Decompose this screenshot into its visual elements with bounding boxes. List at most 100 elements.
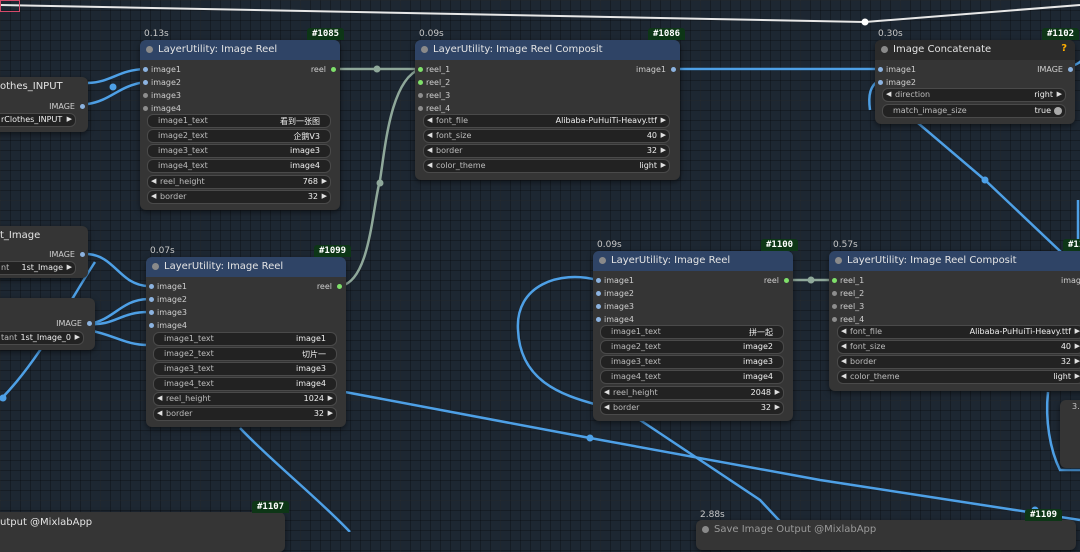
increment-arrow-icon[interactable]: ▶ <box>661 116 666 124</box>
increment-arrow-icon[interactable]: ▶ <box>67 263 72 271</box>
decrement-arrow-icon[interactable]: ◀ <box>841 357 846 365</box>
node-header[interactable]: LayerUtility: Image Reel Composit <box>829 251 1080 271</box>
combo-widget[interactable]: ◀ font_file Alibaba-PuHuiTi-Heavy.ttf ▶ <box>837 325 1080 339</box>
input-dot-icon[interactable] <box>832 317 837 322</box>
node-output-mixlab-1107[interactable]: utput @MixlabApp <box>0 512 285 552</box>
decrement-arrow-icon[interactable]: ◀ <box>604 403 609 411</box>
increment-arrow-icon[interactable]: ▶ <box>1075 357 1080 365</box>
decrement-arrow-icon[interactable]: ◀ <box>157 394 162 402</box>
text-widget[interactable]: nt 1st_Image ▶ <box>0 261 76 275</box>
help-question-icon[interactable]: ? <box>1061 43 1067 54</box>
number-widget[interactable]: ◀ border 32 ▶ <box>147 190 331 204</box>
input-dot-icon[interactable] <box>143 93 148 98</box>
collapse-dot-icon[interactable] <box>421 46 428 53</box>
node-clothes-input[interactable]: othes_INPUT IMAGE rClothes_INPUT ▶ <box>0 77 88 132</box>
node-image-reel-1099[interactable]: LayerUtility: Image Reel image1 image2 i… <box>146 257 346 427</box>
combo-widget[interactable]: ◀ color_theme light ▶ <box>423 159 670 173</box>
decrement-arrow-icon[interactable]: ◀ <box>157 409 162 417</box>
output-dot-icon[interactable] <box>80 252 85 257</box>
number-widget[interactable]: ◀ border 32 ▶ <box>600 401 784 415</box>
decrement-arrow-icon[interactable]: ◀ <box>604 388 609 396</box>
input-dot-icon[interactable] <box>596 317 601 322</box>
increment-arrow-icon[interactable]: ▶ <box>67 115 72 123</box>
node-image-reel-1085[interactable]: LayerUtility: Image Reel image1 image2 i… <box>140 40 340 210</box>
input-dot-icon[interactable] <box>418 93 423 98</box>
combo-widget[interactable]: ◀ color_theme light ▶ <box>837 370 1080 384</box>
input-dot-icon[interactable] <box>143 106 148 111</box>
decrement-arrow-icon[interactable]: ◀ <box>427 131 432 139</box>
input-dot-icon[interactable] <box>143 80 148 85</box>
node-header[interactable]: LayerUtility: Image Reel <box>140 40 340 60</box>
decrement-arrow-icon[interactable]: ◀ <box>427 146 432 154</box>
text-widget[interactable]: image2_text 切片一 <box>153 347 337 361</box>
decrement-arrow-icon[interactable]: ◀ <box>151 177 156 185</box>
input-dot-icon[interactable] <box>596 278 601 283</box>
number-widget[interactable]: ◀ border 32 ▶ <box>153 407 337 421</box>
decrement-arrow-icon[interactable]: ◀ <box>151 192 156 200</box>
increment-arrow-icon[interactable]: ▶ <box>328 394 333 402</box>
output-dot-icon[interactable] <box>337 284 342 289</box>
text-widget[interactable]: tant 1st_Image_0 ▶ <box>0 331 84 345</box>
number-widget[interactable]: ◀ border 32 ▶ <box>423 144 670 158</box>
decrement-arrow-icon[interactable]: ◀ <box>841 342 846 350</box>
input-dot-icon[interactable] <box>149 323 154 328</box>
input-dot-icon[interactable] <box>143 67 148 72</box>
decrement-arrow-icon[interactable]: ◀ <box>886 90 891 98</box>
increment-arrow-icon[interactable]: ▶ <box>661 161 666 169</box>
increment-arrow-icon[interactable]: ▶ <box>328 409 333 417</box>
collapse-dot-icon[interactable] <box>599 257 606 264</box>
text-widget[interactable]: image1_text 看到一张图 <box>147 114 331 128</box>
decrement-arrow-icon[interactable]: ◀ <box>841 327 846 335</box>
output-dot-icon[interactable] <box>331 67 336 72</box>
output-dot-icon[interactable] <box>784 278 789 283</box>
collapse-dot-icon[interactable] <box>835 257 842 264</box>
input-dot-icon[interactable] <box>878 80 883 85</box>
node-save-image-output-1109[interactable]: Save Image Output @MixlabApp <box>696 520 1076 550</box>
node-image-reel-composit-1086[interactable]: LayerUtility: Image Reel Composit reel_1… <box>415 40 680 180</box>
number-widget[interactable]: ◀ font_size 40 ▶ <box>837 340 1080 354</box>
node-image-reel-composit-2[interactable]: LayerUtility: Image Reel Composit reel_1… <box>829 251 1080 391</box>
collapse-dot-icon[interactable] <box>152 263 159 270</box>
input-dot-icon[interactable] <box>878 67 883 72</box>
increment-arrow-icon[interactable]: ▶ <box>322 177 327 185</box>
collapse-dot-icon[interactable] <box>881 46 888 53</box>
number-widget[interactable]: ◀ font_size 40 ▶ <box>423 129 670 143</box>
input-dot-icon[interactable] <box>832 291 837 296</box>
text-widget[interactable]: image3_text image3 <box>147 144 331 158</box>
increment-arrow-icon[interactable]: ▶ <box>322 192 327 200</box>
input-dot-icon[interactable] <box>832 304 837 309</box>
node-image-concatenate-1102[interactable]: Image Concatenate ? image1 image2 IMAGE … <box>875 40 1075 124</box>
text-widget[interactable]: image1_text 拼一起 <box>600 325 784 339</box>
input-dot-icon[interactable] <box>149 284 154 289</box>
node-first-image[interactable]: t_Image IMAGE nt 1st_Image ▶ <box>0 226 88 278</box>
node-header[interactable]: LayerUtility: Image Reel Composit <box>415 40 680 60</box>
output-dot-icon[interactable] <box>1068 67 1073 72</box>
decrement-arrow-icon[interactable]: ◀ <box>427 116 432 124</box>
decrement-arrow-icon[interactable]: ◀ <box>427 161 432 169</box>
number-widget[interactable]: ◀ border 32 ▶ <box>837 355 1080 369</box>
text-widget[interactable]: image2_text image2 <box>600 340 784 354</box>
number-widget[interactable]: ◀ reel_height 2048 ▶ <box>600 386 784 400</box>
node-partial-right[interactable]: 3.1 <box>1060 400 1080 468</box>
number-widget[interactable]: ◀ reel_height 1024 ▶ <box>153 392 337 406</box>
text-widget[interactable]: image3_text image3 <box>153 362 337 376</box>
combo-widget[interactable]: ◀ font_file Alibaba-PuHuiTi-Heavy.ttf ▶ <box>423 114 670 128</box>
collapse-dot-icon[interactable] <box>146 46 153 53</box>
increment-arrow-icon[interactable]: ▶ <box>1075 372 1080 380</box>
input-dot-icon[interactable] <box>418 106 423 111</box>
increment-arrow-icon[interactable]: ▶ <box>1075 327 1080 335</box>
input-dot-icon[interactable] <box>418 67 423 72</box>
input-dot-icon[interactable] <box>596 304 601 309</box>
input-dot-icon[interactable] <box>418 80 423 85</box>
node-image-reel-1100[interactable]: LayerUtility: Image Reel image1 image2 i… <box>593 251 793 421</box>
text-widget[interactable]: image1_text image1 <box>153 332 337 346</box>
input-dot-icon[interactable] <box>149 310 154 315</box>
text-widget[interactable]: image4_text image4 <box>147 159 331 173</box>
output-dot-icon[interactable] <box>671 67 676 72</box>
text-widget[interactable]: image4_text image4 <box>600 370 784 384</box>
text-widget[interactable]: image3_text image3 <box>600 355 784 369</box>
node-header[interactable]: Image Concatenate ? <box>875 40 1075 60</box>
node-first-image-0[interactable]: IMAGE tant 1st_Image_0 ▶ <box>0 298 95 350</box>
toggle-widget[interactable]: match_image_size true <box>882 104 1066 118</box>
node-header[interactable]: LayerUtility: Image Reel <box>146 257 346 277</box>
